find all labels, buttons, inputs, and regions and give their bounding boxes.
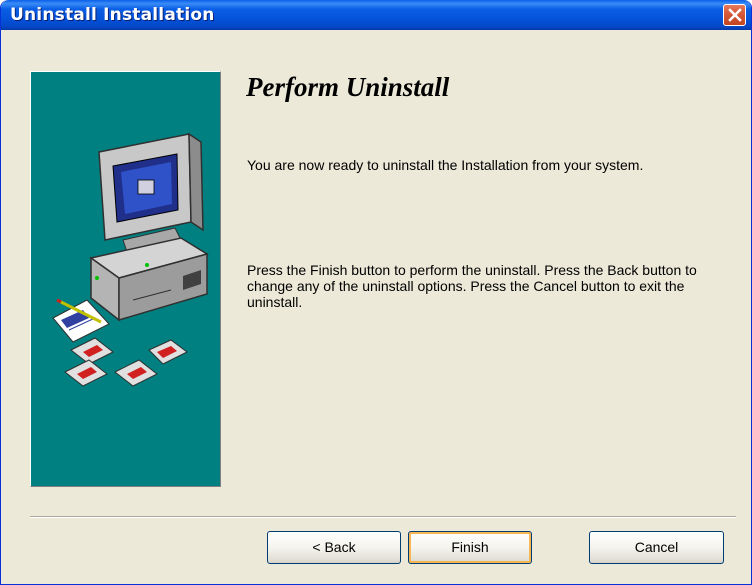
finish-button[interactable]: Finish — [408, 531, 532, 564]
computer-illustration-icon — [52, 132, 209, 387]
floppy-disks-icon — [64, 337, 188, 387]
close-icon — [728, 8, 742, 22]
back-button[interactable]: < Back — [267, 531, 401, 564]
computer-base-icon — [89, 237, 209, 322]
uninstall-dialog-window: Uninstall Installation Perform Uninstall… — [0, 0, 752, 585]
ready-message: You are now ready to uninstall the Insta… — [247, 157, 644, 173]
instructions-message: Press the Finish button to perform the u… — [247, 262, 697, 310]
cancel-button[interactable]: Cancel — [589, 531, 724, 564]
window-title: Uninstall Installation — [10, 5, 215, 25]
close-button[interactable] — [723, 4, 746, 26]
button-divider — [30, 516, 736, 518]
page-heading: Perform Uninstall — [246, 72, 450, 102]
dialog-body: Perform Uninstall You are now ready to u… — [1, 30, 751, 584]
illustration-panel — [30, 71, 221, 487]
monitor-icon — [98, 132, 204, 259]
title-bar[interactable]: Uninstall Installation — [1, 0, 751, 30]
